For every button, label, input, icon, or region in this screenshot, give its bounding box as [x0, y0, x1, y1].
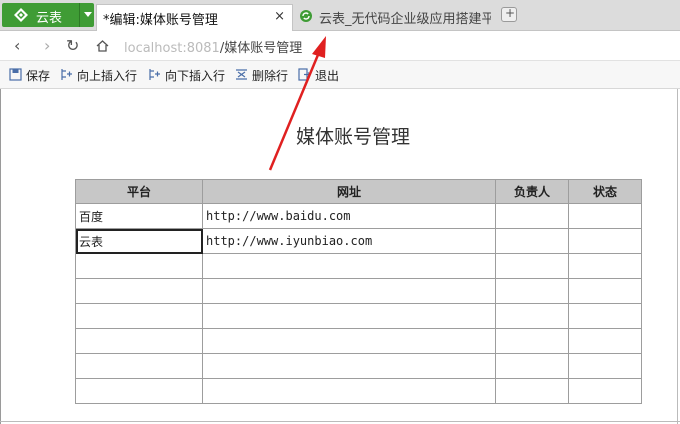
save-label: 保存	[26, 69, 51, 83]
cell-platform[interactable]	[75, 253, 203, 279]
cell-status[interactable]	[568, 253, 642, 279]
chevron-down-icon[interactable]	[84, 12, 92, 17]
cell-platform[interactable]	[75, 278, 203, 304]
cell-url[interactable]	[202, 278, 496, 304]
forward-icon[interactable]: ›	[44, 36, 50, 55]
cell-status[interactable]	[568, 228, 642, 254]
cell-owner[interactable]	[495, 278, 569, 304]
header-row: 平台 网址 负责人 状态	[75, 179, 642, 204]
exit-icon	[298, 68, 311, 81]
table-row	[75, 378, 642, 404]
tab-yunbiao-home[interactable]: 云表_无代码企业级应用搭建平	[295, 4, 493, 31]
header-url[interactable]: 网址	[202, 179, 496, 204]
page-border-right	[677, 89, 678, 424]
cell-status[interactable]	[568, 328, 642, 354]
cell-owner[interactable]	[495, 353, 569, 379]
app-label: 云表	[36, 11, 63, 26]
cell-platform[interactable]	[75, 378, 203, 404]
table-row	[75, 303, 642, 329]
cell-status[interactable]	[568, 203, 642, 229]
cell-url[interactable]: http://www.baidu.com	[202, 203, 496, 229]
url-host: localhost:8081	[124, 41, 220, 56]
cell-url[interactable]	[202, 378, 496, 404]
back-icon[interactable]: ‹	[14, 36, 20, 55]
cell-owner[interactable]	[495, 203, 569, 229]
data-grid: 平台 网址 负责人 状态 百度 http://www.baidu.com 云表 …	[75, 179, 642, 404]
tab-edit-media-accounts[interactable]: *编辑:媒体账号管理 ×	[96, 4, 293, 31]
globe-refresh-icon	[300, 10, 312, 22]
cell-platform-selected[interactable]: 云表	[75, 228, 203, 254]
plus-icon: +	[505, 6, 516, 20]
url-field[interactable]: localhost:8081/媒体账号管理	[124, 37, 302, 56]
cell-status[interactable]	[568, 378, 642, 404]
cell-owner[interactable]	[495, 228, 569, 254]
tab-title: *编辑:媒体账号管理	[103, 13, 218, 28]
close-icon[interactable]: ×	[274, 9, 285, 24]
header-status[interactable]: 状态	[568, 179, 642, 204]
cell-status[interactable]	[568, 303, 642, 329]
header-platform[interactable]: 平台	[75, 179, 203, 204]
exit-label: 退出	[315, 69, 340, 83]
url-path: /媒体账号管理	[219, 41, 303, 56]
cell-url[interactable]: http://www.iyunbiao.com	[202, 228, 496, 254]
reload-icon[interactable]: ↻	[66, 36, 79, 55]
save-icon	[9, 68, 22, 81]
app-button-divider	[79, 3, 80, 27]
table-row: 百度 http://www.baidu.com	[75, 203, 642, 229]
document-title: 媒体账号管理	[296, 126, 411, 148]
cell-status[interactable]	[568, 353, 642, 379]
page-border-bottom	[0, 421, 680, 422]
cell-status[interactable]	[568, 278, 642, 304]
cell-platform[interactable]: 百度	[75, 203, 203, 229]
address-bar: ‹ › ↻ localhost:8081/媒体账号管理	[0, 31, 680, 61]
cell-url[interactable]	[202, 328, 496, 354]
insert-below-label: 向下插入行	[165, 69, 226, 83]
insert-above-icon	[61, 69, 72, 80]
cell-owner[interactable]	[495, 303, 569, 329]
delete-row-label: 删除行	[252, 69, 289, 83]
table-row: 云表 http://www.iyunbiao.com	[75, 228, 642, 254]
table-row	[75, 253, 642, 279]
cell-url[interactable]	[202, 353, 496, 379]
yunbiao-logo-icon	[14, 8, 28, 22]
cell-owner[interactable]	[495, 253, 569, 279]
app-menu-button[interactable]: 云表	[2, 3, 94, 27]
cell-platform[interactable]	[75, 303, 203, 329]
table-row	[75, 353, 642, 379]
cell-owner[interactable]	[495, 378, 569, 404]
tab-bar: 云表 *编辑:媒体账号管理 × 云表_无代码企业级应用搭建平 +	[0, 0, 680, 31]
home-icon[interactable]	[95, 39, 110, 53]
delete-row-icon	[236, 69, 247, 80]
page-border-left	[0, 89, 1, 424]
table-row	[75, 278, 642, 304]
insert-above-label: 向上插入行	[77, 69, 138, 83]
cell-platform[interactable]	[75, 328, 203, 354]
header-owner[interactable]: 负责人	[495, 179, 569, 204]
new-tab-button[interactable]: +	[501, 6, 517, 22]
table-row	[75, 328, 642, 354]
cell-url[interactable]	[202, 253, 496, 279]
cell-platform[interactable]	[75, 353, 203, 379]
toolbar: 保存 向上插入行 向下插入行 删除行 退出	[0, 61, 680, 89]
tab-title: 云表_无代码企业级应用搭建平	[319, 12, 491, 27]
cell-url[interactable]	[202, 303, 496, 329]
cell-owner[interactable]	[495, 328, 569, 354]
insert-below-icon	[149, 69, 160, 80]
